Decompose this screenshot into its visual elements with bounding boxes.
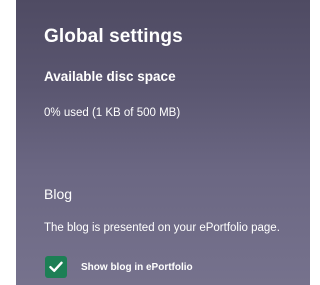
blog-description: The blog is presented on your ePortfolio…: [44, 222, 280, 234]
page-title: Global settings: [44, 26, 183, 47]
checkmark-icon: [49, 261, 63, 272]
show-blog-checkbox[interactable]: [45, 256, 67, 278]
show-blog-label[interactable]: Show blog in ePortfolio: [81, 262, 193, 273]
show-blog-setting[interactable]: Show blog in ePortfolio: [45, 256, 193, 278]
disc-usage-text: 0% used (1 KB of 500 MB): [44, 107, 181, 119]
disc-space-heading: Available disc space: [44, 69, 176, 84]
global-settings-panel: Global settings Available disc space 0% …: [16, 0, 310, 285]
blog-heading: Blog: [44, 186, 73, 202]
